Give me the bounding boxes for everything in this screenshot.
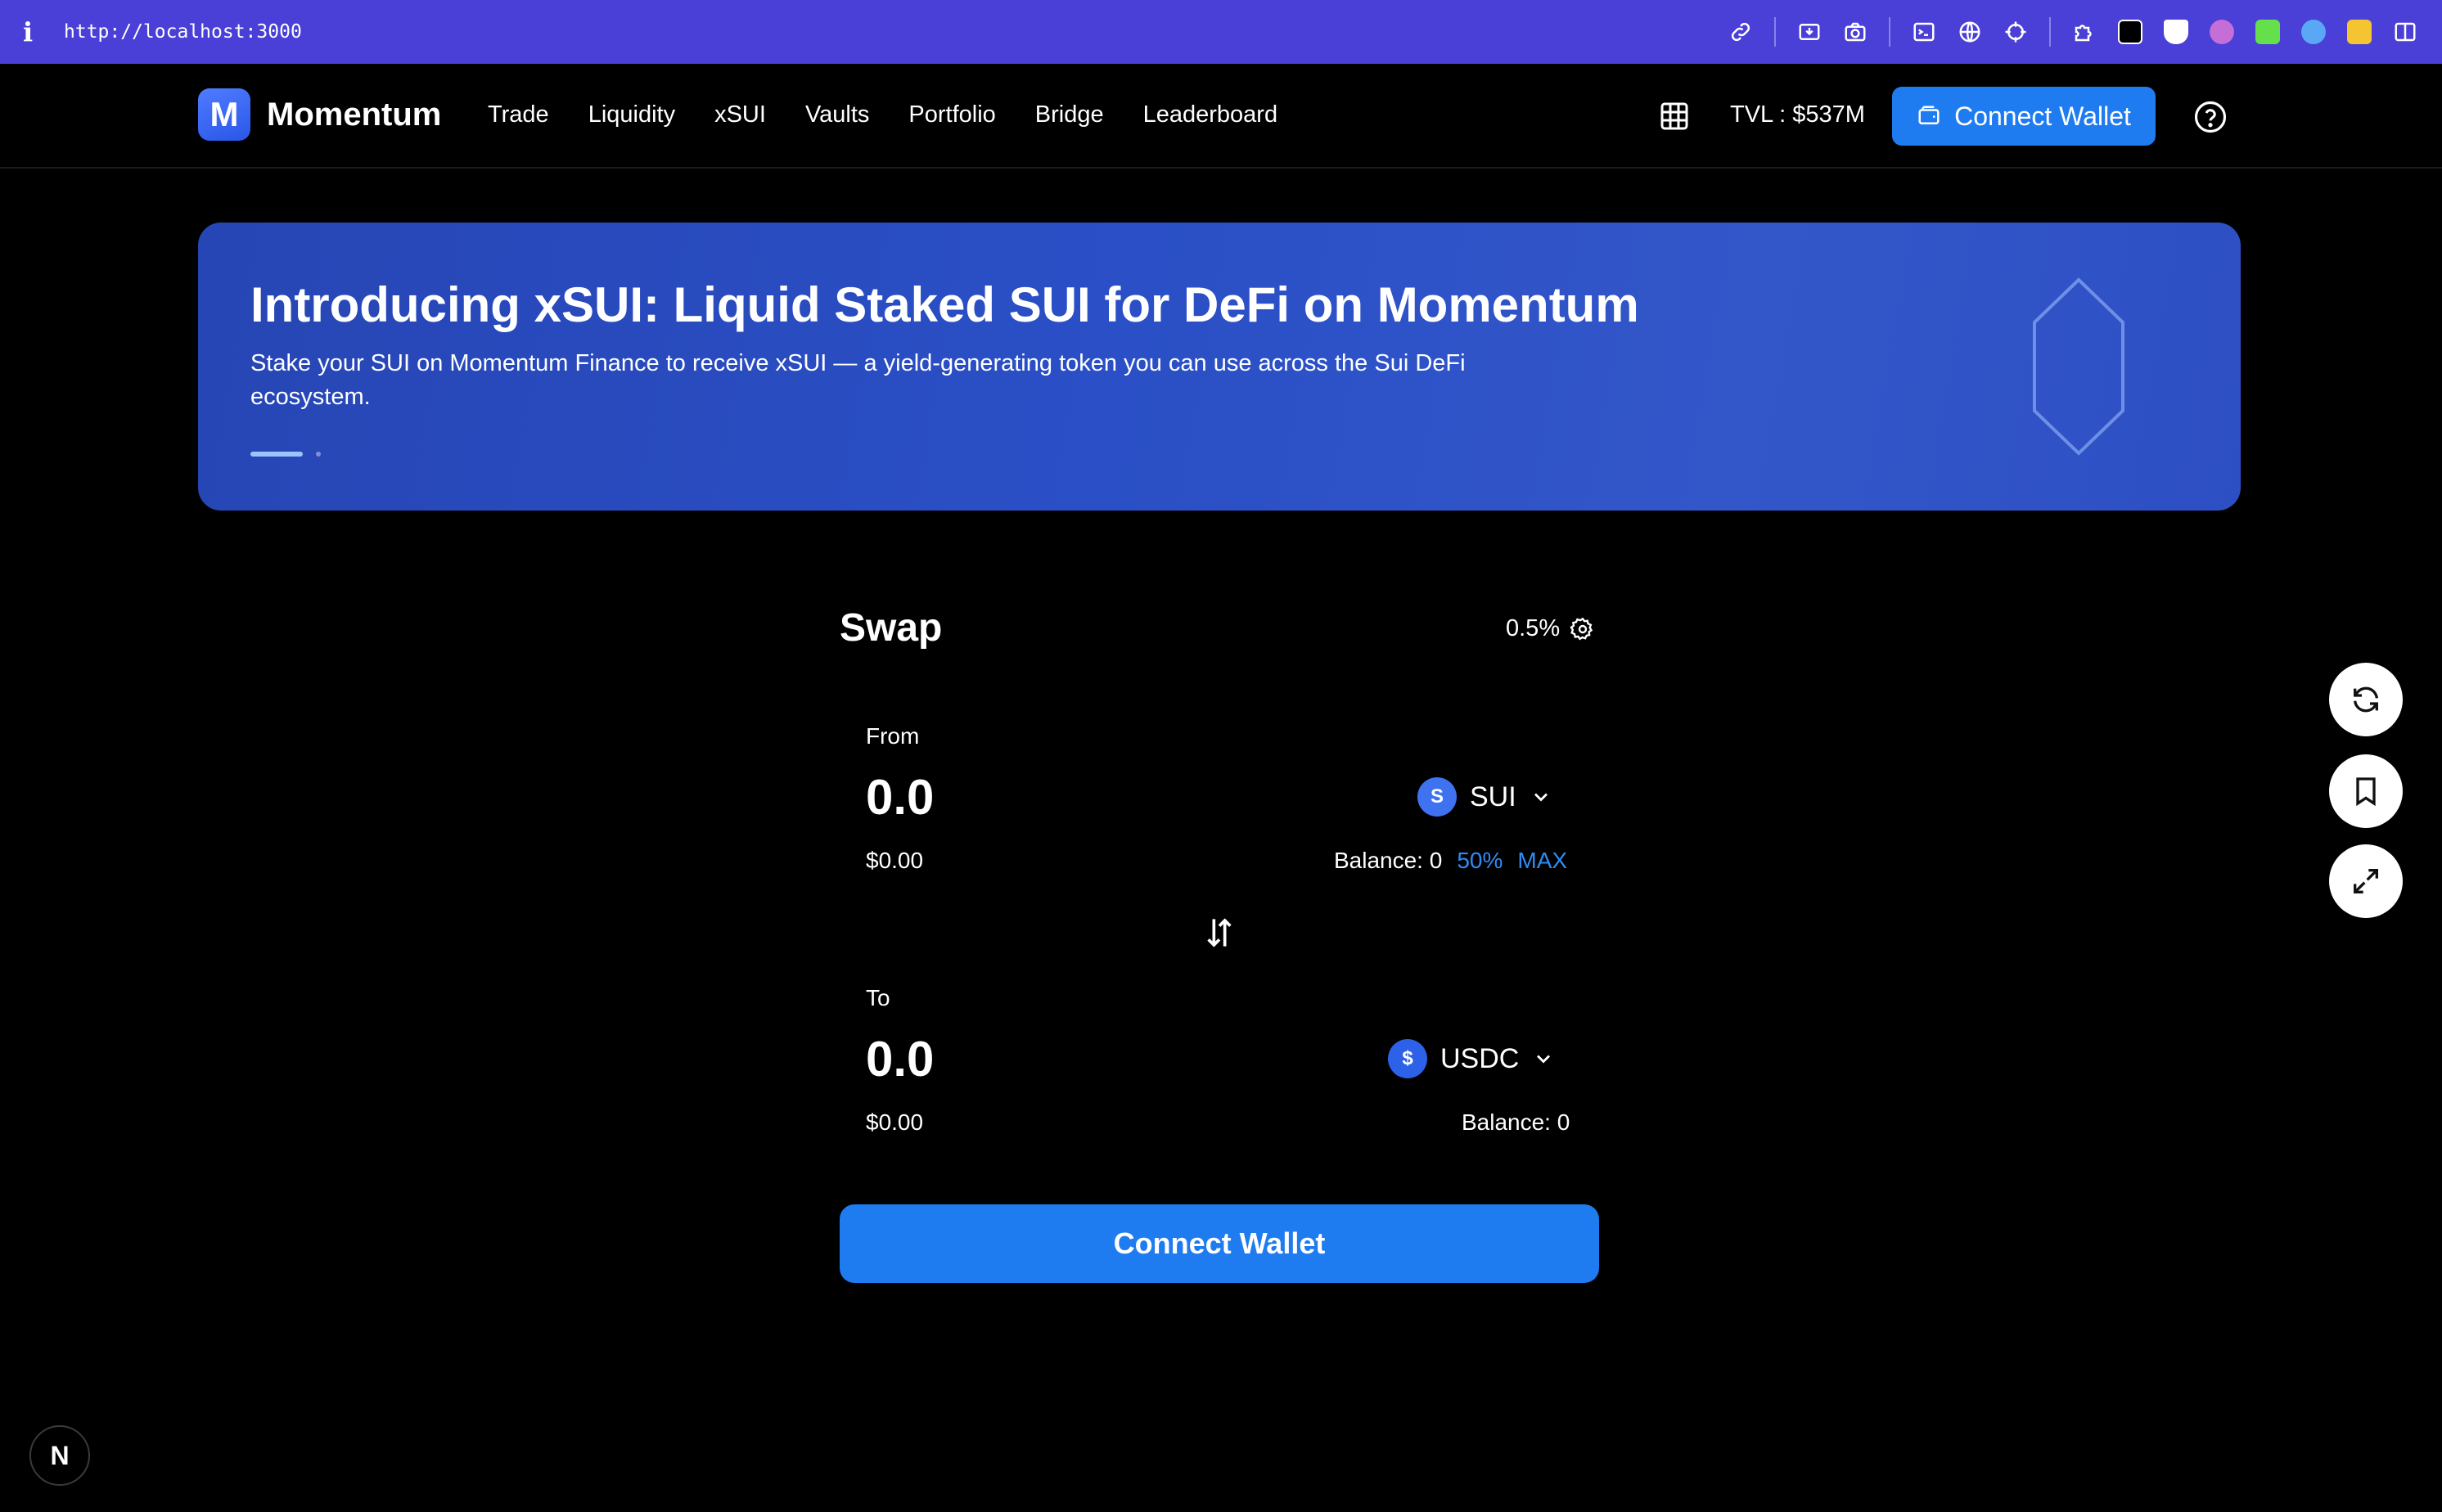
- extension-yellow-icon[interactable]: [2339, 11, 2380, 52]
- bookmark-icon: [2356, 777, 2376, 807]
- help-icon[interactable]: [2193, 100, 2228, 134]
- site-info-icon[interactable]: i: [23, 16, 56, 47]
- carousel-dot[interactable]: [316, 452, 321, 457]
- grid-icon[interactable]: [1658, 100, 1691, 133]
- extension-blue-icon[interactable]: [2293, 11, 2334, 52]
- app-header: M Momentum Trade Liquidity xSUI Vaults P…: [0, 64, 2442, 169]
- hexagon-icon: [2033, 277, 2124, 456]
- address-bar[interactable]: http://localhost:3000: [64, 21, 302, 43]
- nav-liquidity[interactable]: Liquidity: [588, 101, 675, 128]
- bookmark-button[interactable]: [2329, 754, 2403, 828]
- from-label: From: [866, 723, 920, 749]
- slippage-setting[interactable]: 0.5%: [1506, 615, 1596, 642]
- chevron-down-icon: [1537, 1055, 1551, 1064]
- crosshair-icon[interactable]: [1995, 11, 2036, 52]
- header-connect-label: Connect Wallet: [1954, 101, 2131, 131]
- nav-xsui[interactable]: xSUI: [714, 101, 766, 128]
- swap-direction-icon[interactable]: [1203, 915, 1236, 951]
- to-usd-value: $0.00: [866, 1109, 924, 1135]
- browser-extensions: [1720, 0, 2426, 64]
- from-token-symbol: SUI: [1470, 781, 1516, 812]
- swap-connect-wallet-button[interactable]: Connect Wallet: [840, 1204, 1599, 1283]
- chevron-down-icon: [1534, 793, 1548, 802]
- nextjs-dev-badge[interactable]: N: [29, 1425, 90, 1486]
- extension-green-icon[interactable]: [2247, 11, 2288, 52]
- extension-black-icon[interactable]: [2110, 11, 2151, 52]
- toolbar-divider: [1889, 17, 1890, 47]
- slippage-value: 0.5%: [1506, 615, 1561, 641]
- max-balance-button[interactable]: MAX: [1517, 848, 1567, 874]
- nav-leaderboard[interactable]: Leaderboard: [1143, 101, 1277, 128]
- to-label: To: [866, 985, 890, 1010]
- expand-icon: [2354, 869, 2378, 893]
- refresh-icon: [2354, 686, 2378, 713]
- logo-mark: M: [198, 88, 250, 141]
- to-token-selector[interactable]: $ USDC: [1388, 1039, 1555, 1078]
- brand-logo[interactable]: M Momentum: [198, 88, 441, 141]
- half-balance-button[interactable]: 50%: [1457, 848, 1503, 874]
- terminal-icon[interactable]: [1904, 11, 1944, 52]
- carousel-dot-active[interactable]: [250, 452, 303, 457]
- extension-flower-icon[interactable]: [2201, 11, 2242, 52]
- extension-shield-icon[interactable]: [2156, 11, 2196, 52]
- globe-icon[interactable]: [1949, 11, 1990, 52]
- from-usd-value: $0.00: [866, 848, 924, 873]
- from-token-selector[interactable]: S SUI: [1417, 777, 1552, 817]
- usdc-token-icon: $: [1388, 1039, 1427, 1078]
- nav-bridge[interactable]: Bridge: [1035, 101, 1104, 128]
- to-balance-row: Balance: 0: [1462, 1109, 1570, 1136]
- wallet-icon: [1918, 106, 1940, 124]
- tvl-display: TVL : $537M: [1730, 101, 1865, 128]
- from-amount-input[interactable]: 0.0: [866, 769, 934, 826]
- refresh-button[interactable]: [2329, 663, 2403, 736]
- from-balance-row: Balance: 0 50% MAX: [1334, 848, 1567, 874]
- swap-title: Swap: [840, 606, 943, 650]
- brand-name: Momentum: [267, 96, 442, 133]
- toolbar-divider: [2049, 17, 2051, 47]
- header-connect-wallet-button[interactable]: Connect Wallet: [1892, 87, 2156, 146]
- gear-icon[interactable]: [1570, 616, 1596, 642]
- nav-trade[interactable]: Trade: [488, 101, 549, 128]
- to-amount-input[interactable]: 0.0: [866, 1031, 934, 1087]
- download-icon[interactable]: [1789, 11, 1830, 52]
- toolbar-divider: [1774, 17, 1776, 47]
- nav-portfolio[interactable]: Portfolio: [908, 101, 995, 128]
- banner-title: Introducing xSUI: Liquid Staked SUI for …: [250, 277, 1639, 332]
- nav-vaults[interactable]: Vaults: [805, 101, 869, 128]
- camera-icon[interactable]: [1835, 11, 1876, 52]
- main-nav: Trade Liquidity xSUI Vaults Portfolio Br…: [488, 101, 1277, 128]
- to-token-symbol: USDC: [1440, 1042, 1520, 1074]
- puzzle-icon[interactable]: [2064, 11, 2105, 52]
- carousel-dots: [250, 452, 321, 457]
- link-icon[interactable]: [1720, 11, 1761, 52]
- promo-banner[interactable]: Introducing xSUI: Liquid Staked SUI for …: [198, 223, 2241, 511]
- sidebar-toggle-icon[interactable]: [2385, 11, 2426, 52]
- from-balance: Balance: 0: [1334, 848, 1443, 873]
- browser-toolbar: i http://localhost:3000: [0, 0, 2442, 64]
- expand-button[interactable]: [2329, 844, 2403, 918]
- sui-token-icon: S: [1417, 777, 1457, 817]
- to-balance: Balance: 0: [1462, 1109, 1570, 1135]
- banner-description: Stake your SUI on Momentum Finance to re…: [250, 350, 1466, 410]
